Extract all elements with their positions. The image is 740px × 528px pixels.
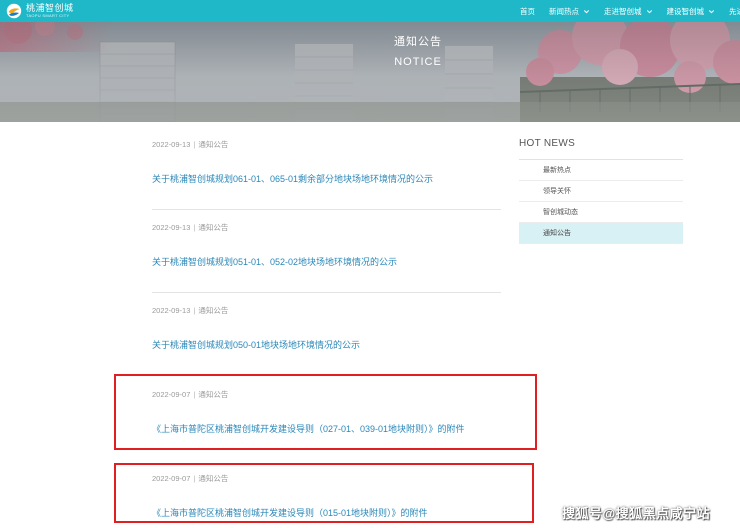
sidebar-item[interactable]: 最新热点 (519, 160, 683, 181)
meta-separator: | (193, 390, 196, 399)
banner-title: 通知公告 (394, 36, 442, 48)
nav-item[interactable]: 建设智创城 (667, 6, 716, 17)
sidebar-item[interactable]: 智创城动态 (519, 202, 683, 223)
notice-category: 通知公告 (198, 390, 229, 399)
sidebar-title: HOT NEWS (519, 138, 576, 149)
meta-separator: | (193, 306, 196, 315)
notice-item: 2022-09-13 | 通知公告 关于桃浦智创城规划050-01地块场地环境情况的… (152, 305, 502, 351)
notice-title-link[interactable]: 《上海市普陀区桃浦智创城开发建设导则（027-01、039-01地块附则）》的附… (152, 422, 502, 435)
notice-meta: 2022-09-13 | 通知公告 (152, 305, 502, 316)
nav-item[interactable]: 首页 (520, 6, 535, 17)
sidebar-item[interactable]: 领导关怀 (519, 181, 683, 202)
notice-date: 2022-09-13 (152, 306, 191, 315)
notice-category: 通知公告 (198, 306, 229, 315)
nav-item-label: 建设智创城 (666, 6, 705, 16)
notice-item: 2022-09-13 | 通知公告 关于桃浦智创城规划051-01、052-02地块… (152, 222, 502, 268)
main-nav: 首页 新闻热点 走进智创城 建设智创城 先进 (520, 0, 740, 22)
logo-name: 桃浦智创城 (26, 3, 74, 13)
meta-separator: | (193, 140, 196, 149)
notice-date: 2022-09-07 (152, 390, 191, 399)
nav-item-label: 首页 (520, 6, 535, 16)
site-logo[interactable]: 桃浦智创城 TAOPU SMART CITY (6, 3, 74, 19)
logo-text: 桃浦智创城 TAOPU SMART CITY (26, 4, 74, 18)
notice-item: 2022-09-07 | 通知公告 《上海市普陀区桃浦智创城开发建设导则（027-0… (152, 389, 502, 435)
notice-meta: 2022-09-07 | 通知公告 (152, 473, 502, 484)
banner-subtitle: NOTICE (394, 56, 442, 68)
notice-title-link[interactable]: 《上海市普陀区桃浦智创城开发建设导则（015-01地块附则）》的附件 (152, 506, 502, 519)
meta-separator: | (193, 223, 196, 232)
sidebar-menu: 最新热点 领导关怀 智创城动态 通知公告 (519, 159, 683, 244)
notice-meta: 2022-09-13 | 通知公告 (152, 222, 502, 233)
notice-divider (152, 292, 501, 293)
chevron-down-icon (646, 9, 652, 13)
notice-item: 2022-09-07 | 通知公告 《上海市普陀区桃浦智创城开发建设导则（015-0… (152, 473, 502, 519)
nav-item-label: 走进智创城 (604, 6, 642, 16)
notice-date: 2022-09-13 (152, 223, 191, 232)
notice-title-link[interactable]: 关于桃浦智创城规划061-01、065-01剩余部分地块场地环境情况的公示 (152, 172, 502, 185)
nav-item[interactable]: 走进智创城 (604, 6, 653, 17)
meta-separator: | (193, 474, 196, 483)
logo-icon (6, 3, 22, 19)
notice-divider (152, 209, 501, 210)
notice-category: 通知公告 (198, 140, 229, 149)
notice-date: 2022-09-13 (152, 140, 191, 149)
top-navbar: 桃浦智创城 TAOPU SMART CITY 首页 新闻热点 走进智创城 建设智创城 先… (0, 0, 740, 22)
notice-meta: 2022-09-07 | 通知公告 (152, 389, 502, 400)
nav-item[interactable]: 先进 (729, 6, 740, 17)
notice-category: 通知公告 (198, 223, 229, 232)
sidebar-item[interactable]: 通知公告 (519, 223, 683, 244)
nav-item-label: 先进 (729, 6, 740, 16)
notice-item: 2022-09-13 | 通知公告 关于桃浦智创城规划061-01、065-01剩余… (152, 139, 502, 185)
nav-item[interactable]: 新闻热点 (549, 6, 590, 17)
notice-meta: 2022-09-13 | 通知公告 (152, 139, 502, 150)
chevron-down-icon (583, 9, 590, 13)
page: 桃浦智创城 TAOPU SMART CITY 首页 新闻热点 走进智创城 建设智创城 先… (0, 0, 740, 528)
notice-date: 2022-09-07 (152, 474, 191, 483)
logo-subtitle: TAOPU SMART CITY (26, 13, 70, 18)
notice-category: 通知公告 (198, 474, 229, 483)
chevron-down-icon (708, 9, 715, 13)
notice-title-link[interactable]: 关于桃浦智创城规划051-01、052-02地块场地环境情况的公示 (152, 255, 502, 268)
sidebar: HOT NEWS 最新热点 领导关怀 智创城动态 通知公告 (519, 138, 683, 244)
notice-title-link[interactable]: 关于桃浦智创城规划050-01地块场地环境情况的公示 (152, 338, 502, 351)
nav-item-label: 新闻热点 (549, 6, 579, 16)
watermark-text: 搜狐号@搜狐黑点咸宁站 (562, 506, 711, 521)
page-banner: 通知公告 NOTICE (0, 22, 740, 122)
